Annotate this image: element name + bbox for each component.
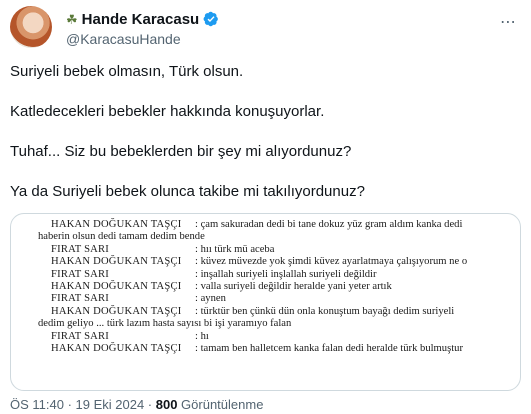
tweet-paragraph: Ya da Suriyeli bebek olunca takibe mi ta…: [10, 183, 365, 200]
speaker-name: FIRAT SARI: [51, 268, 110, 280]
transcript-line: HAKAN DOĞUKAN TAŞÇI : tamam ben halletcem…: [51, 343, 511, 355]
speaker-name: HAKAN DOĞUKAN TAŞÇI: [51, 280, 182, 292]
avatar[interactable]: [10, 6, 52, 48]
tweet-header: ☘ Hande Karacasu @KaracasuHande ⋯: [10, 6, 525, 50]
transcript-line: HAKAN DOĞUKAN TAŞÇI : türktür ben çünkü d…: [51, 306, 511, 318]
speaker-name: HAKAN DOĞUKAN TAŞÇI: [51, 342, 182, 354]
speaker-text: : küvez müvezde yok şimdi küvez ayarlatm…: [195, 256, 468, 268]
author-handle[interactable]: @KaracasuHande: [66, 31, 181, 47]
clover-emoji: ☘: [66, 11, 78, 27]
tweet-meta: ÖS 11:40 · 19 Eki 2024 · 800 Görüntülenm…: [10, 397, 263, 412]
tweet-paragraph: Katledecekleri bebekler hakkında konuşuy…: [10, 103, 325, 120]
speaker-text: : çam sakuradan dedi bi tane dokuz yüz g…: [195, 219, 463, 230]
tweet-text: Suriyeli bebek olmasın, Türk olsun. Katl…: [10, 62, 520, 222]
author-name-row[interactable]: ☘ Hande Karacasu: [66, 10, 219, 28]
speaker-name: HAKAN DOĞUKAN TAŞÇI: [51, 219, 182, 230]
tweet-paragraph: Tuhaf... Siz bu bebeklerden bir şey mi a…: [10, 143, 352, 160]
transcript-line: HAKAN DOĞUKAN TAŞÇI : küvez müvezde yok ş…: [51, 256, 511, 268]
transcript-line: FIRAT SARI : hıı türk mü aceba: [51, 244, 511, 256]
view-count: 800: [155, 397, 178, 412]
transcript-line: HAKAN DOĞUKAN TAŞÇI : çam sakuradan dedi …: [51, 219, 511, 231]
tweet-image[interactable]: HAKAN DOĞUKAN TAŞÇI : çam sakuradan dedi …: [10, 213, 521, 391]
verified-badge-icon: [203, 11, 219, 27]
author-name[interactable]: Hande Karacasu: [82, 11, 200, 28]
speaker-name: HAKAN DOĞUKAN TAŞÇI: [51, 256, 182, 268]
timestamp[interactable]: ÖS 11:40 · 19 Eki 2024 ·: [10, 397, 156, 412]
speaker-name: FIRAT SARI: [51, 243, 110, 255]
views-label: Görüntülenme: [177, 397, 264, 412]
tweet-paragraph: Suriyeli bebek olmasın, Türk olsun.: [10, 63, 244, 80]
speaker-text: : hıı türk mü aceba: [195, 243, 275, 255]
transcript-document: HAKAN DOĞUKAN TAŞÇI : çam sakuradan dedi …: [38, 219, 511, 355]
transcript-line: FIRAT SARI : aynen: [51, 293, 511, 305]
speaker-text: : valla suriyeli değildir heralde yani y…: [195, 280, 392, 292]
transcript-continuation: haberin olsun dedi tamam dedim bende: [38, 231, 205, 243]
transcript-line: FIRAT SARI : inşallah suriyeli inşlallah …: [51, 269, 511, 281]
speaker-text: : tamam ben halletcem kanka falan dedi h…: [195, 342, 463, 354]
more-options-icon[interactable]: ⋯: [500, 12, 517, 32]
transcript-line: FIRAT SARI : hı: [51, 331, 511, 343]
speaker-name: HAKAN DOĞUKAN TAŞÇI: [51, 305, 182, 317]
speaker-name: FIRAT SARI: [51, 293, 110, 305]
speaker-text: : türktür ben çünkü dün onla konuştum ba…: [195, 305, 455, 317]
speaker-text: : inşallah suriyeli inşlallah suriyeli d…: [195, 268, 377, 280]
speaker-name: FIRAT SARI: [51, 330, 110, 342]
transcript-line: HAKAN DOĞUKAN TAŞÇI : valla suriyeli deği…: [51, 281, 511, 293]
speaker-text: : aynen: [195, 293, 226, 305]
speaker-text: : hı: [195, 330, 209, 342]
transcript-continuation: dedim geliyo ... türk lazım hasta sayısı…: [38, 318, 292, 330]
